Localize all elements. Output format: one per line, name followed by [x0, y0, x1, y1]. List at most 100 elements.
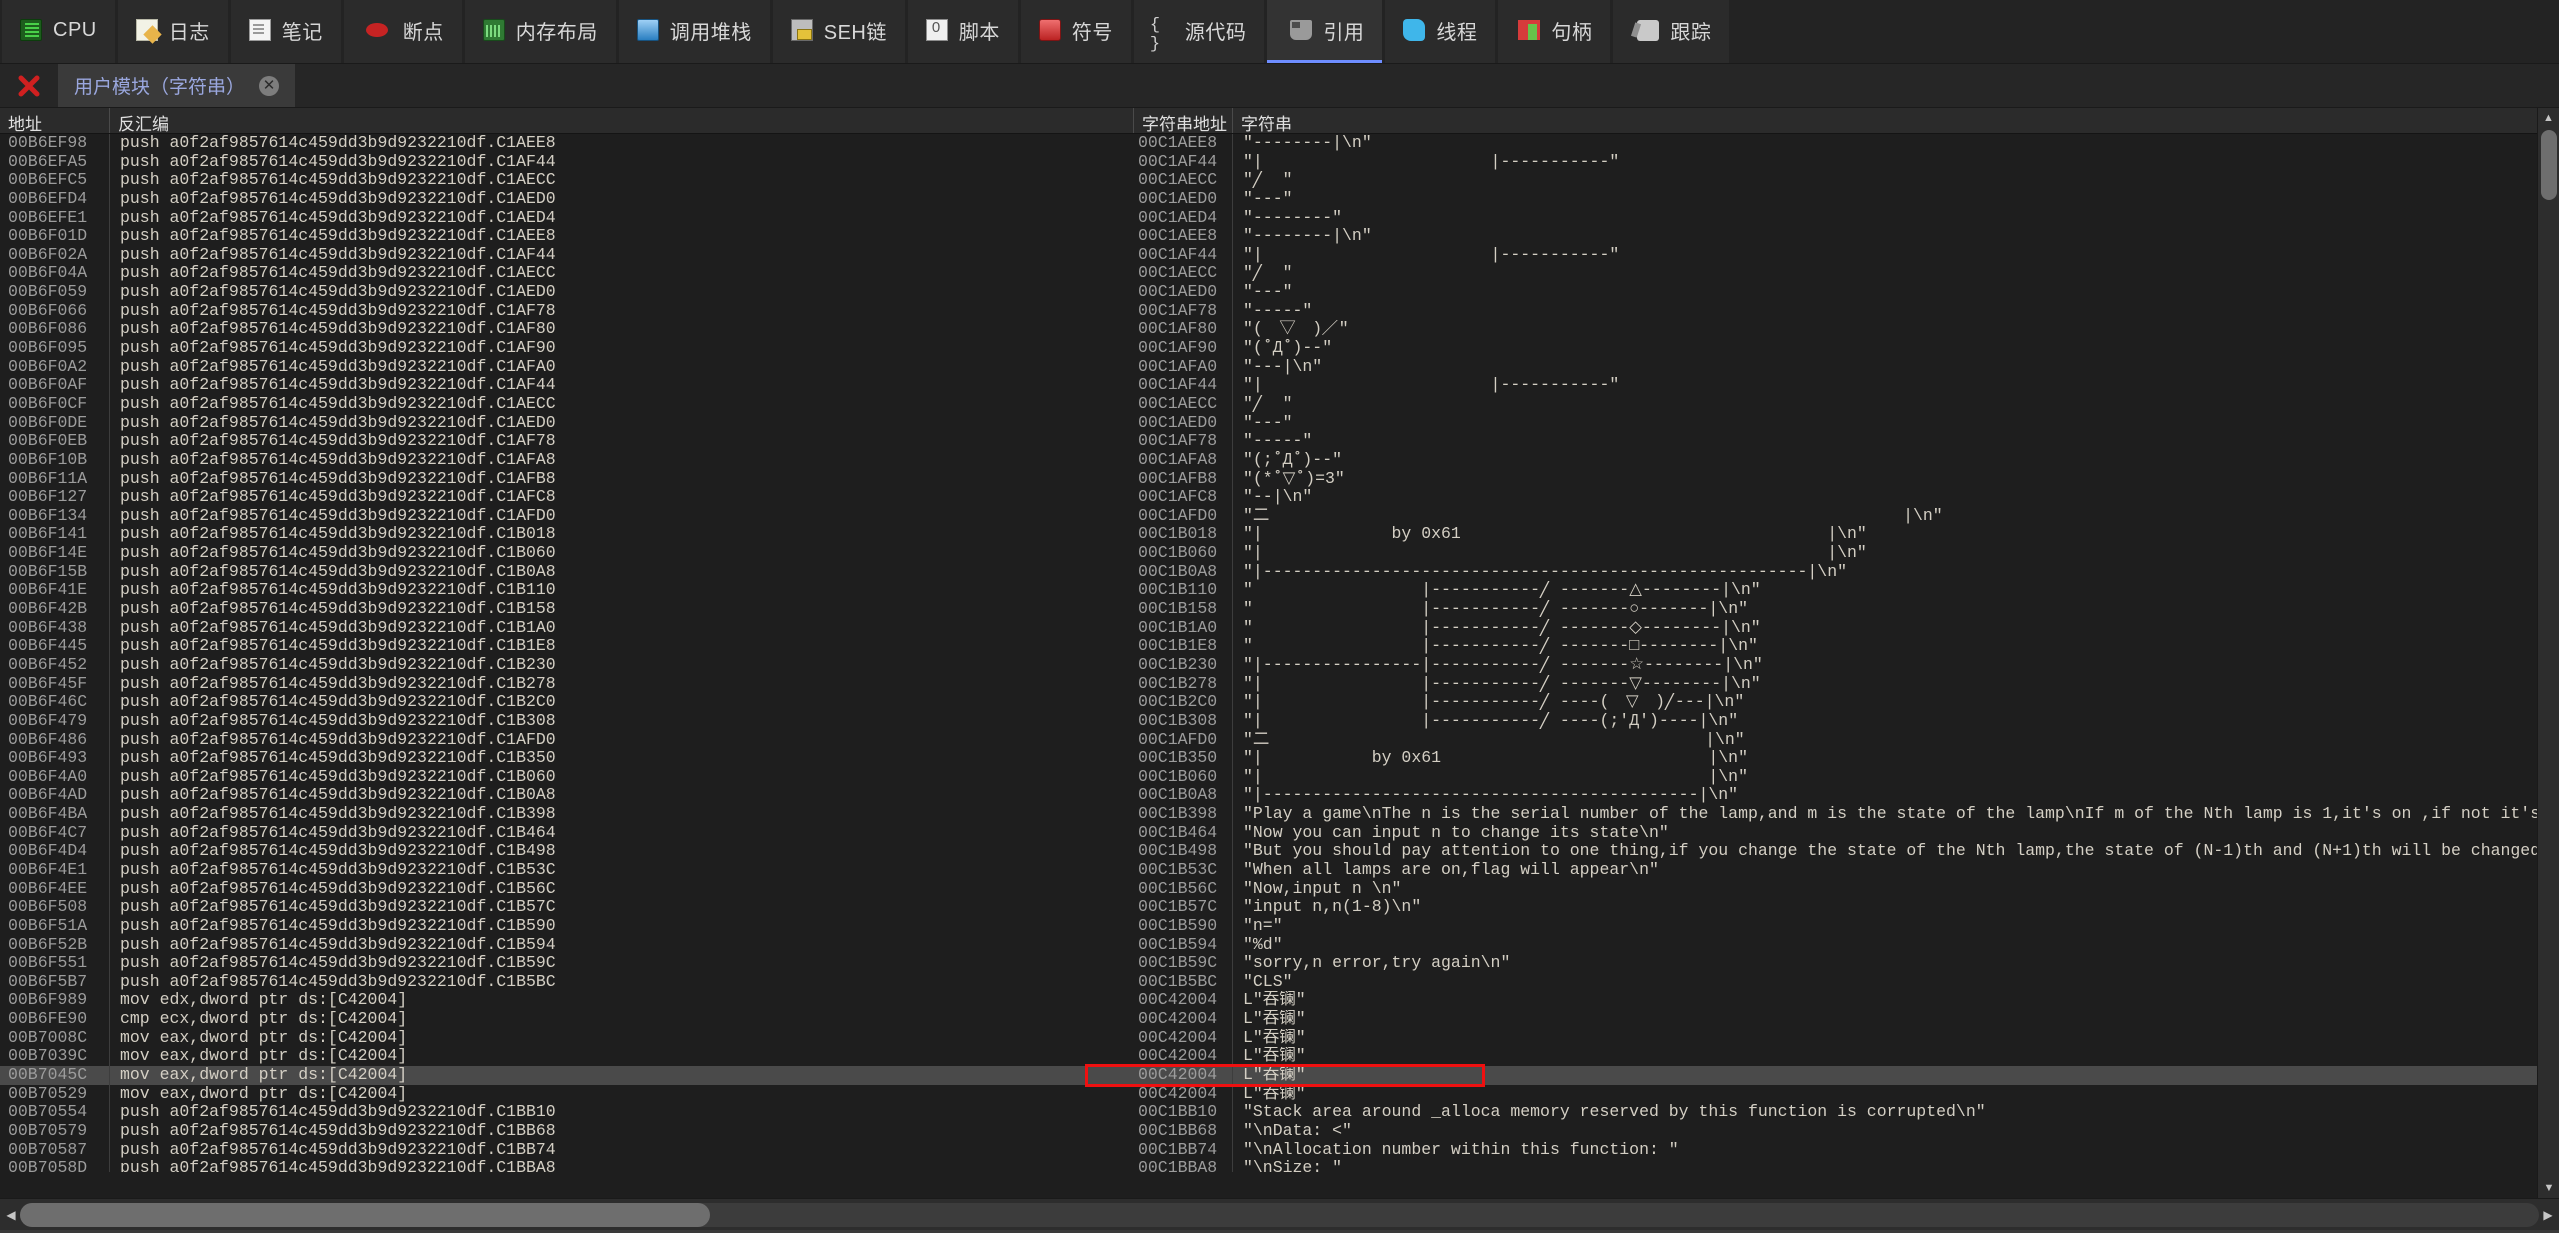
column-header-disassembly[interactable]: 反汇编	[110, 108, 1134, 133]
table-row[interactable]: 00B6FE90cmp ecx,dword ptr ds:[C42004]00C…	[0, 1010, 2559, 1029]
scroll-up-arrow[interactable]: ▲	[2538, 108, 2559, 128]
column-header-string[interactable]: 字符串	[1233, 108, 2559, 133]
table-row[interactable]: 00B6F445push a0f2af9857614c459dd3b9d9232…	[0, 637, 2559, 656]
table-row[interactable]: 00B6F086push a0f2af9857614c459dd3b9d9232…	[0, 320, 2559, 339]
table-row[interactable]: 00B6F4C7push a0f2af9857614c459dd3b9d9232…	[0, 824, 2559, 843]
toolbar-tab-笔记[interactable]: 笔记	[231, 0, 341, 63]
table-row[interactable]: 00B6F4ADpush a0f2af9857614c459dd3b9d9232…	[0, 786, 2559, 805]
row-string: "| |\n"	[1233, 544, 2559, 563]
vertical-scrollbar[interactable]: ▲ ▼	[2537, 108, 2559, 1198]
toolbar-tab-句柄[interactable]: 句柄	[1498, 0, 1610, 63]
table-row[interactable]: 00B6F493push a0f2af9857614c459dd3b9d9232…	[0, 749, 2559, 768]
table-row[interactable]: 00B6F51Apush a0f2af9857614c459dd3b9d9232…	[0, 917, 2559, 936]
horizontal-scrollbar-track[interactable]	[20, 1203, 2539, 1227]
table-row[interactable]: 00B6F02Apush a0f2af9857614c459dd3b9d9232…	[0, 246, 2559, 265]
table-row[interactable]: 00B6F0EBpush a0f2af9857614c459dd3b9d9232…	[0, 432, 2559, 451]
table-row[interactable]: 00B6F095push a0f2af9857614c459dd3b9d9232…	[0, 339, 2559, 358]
table-row[interactable]: 00B70529mov eax,dword ptr ds:[C42004]00C…	[0, 1085, 2559, 1104]
sub-tab-user-modules-strings[interactable]: 用户模块（字符串） ✕	[58, 64, 295, 107]
table-row[interactable]: 00B6F508push a0f2af9857614c459dd3b9d9232…	[0, 898, 2559, 917]
row-string: "二 |\n"	[1233, 731, 2559, 750]
horizontal-scrollbar-thumb[interactable]	[20, 1203, 710, 1227]
scroll-right-arrow[interactable]: ▶	[2539, 1208, 2557, 1222]
table-row[interactable]: 00B6EFD4push a0f2af9857614c459dd3b9d9232…	[0, 190, 2559, 209]
row-string-address: 00C1B5BC	[1134, 973, 1233, 992]
table-row[interactable]: 00B6F127push a0f2af9857614c459dd3b9d9232…	[0, 488, 2559, 507]
table-row[interactable]: 00B6F4A0push a0f2af9857614c459dd3b9d9232…	[0, 768, 2559, 787]
close-tab-icon[interactable]: ✕	[259, 76, 279, 96]
toolbar-tab-内存布局[interactable]: 内存布局	[465, 0, 616, 63]
table-row[interactable]: 00B6F141push a0f2af9857614c459dd3b9d9232…	[0, 525, 2559, 544]
table-row[interactable]: 00B70587push a0f2af9857614c459dd3b9d9232…	[0, 1141, 2559, 1160]
toolbar-tab-脚本[interactable]: 脚本	[908, 0, 1018, 63]
table-row[interactable]: 00B70579push a0f2af9857614c459dd3b9d9232…	[0, 1122, 2559, 1141]
table-row[interactable]: 00B6EFA5push a0f2af9857614c459dd3b9d9232…	[0, 153, 2559, 172]
table-row[interactable]: 00B6F4EEpush a0f2af9857614c459dd3b9d9232…	[0, 880, 2559, 899]
table-row[interactable]: 00B6F42Bpush a0f2af9857614c459dd3b9d9232…	[0, 600, 2559, 619]
row-string: "---|\n"	[1233, 358, 2559, 377]
row-disassembly: push a0f2af9857614c459dd3b9d9232210df.C1…	[110, 507, 1134, 526]
table-row[interactable]: 00B6EFC5push a0f2af9857614c459dd3b9d9232…	[0, 171, 2559, 190]
row-string: "╱ "	[1233, 395, 2559, 414]
toolbar-tab-日志[interactable]: 日志	[118, 0, 228, 63]
row-string-address: 00C1AECC	[1134, 171, 1233, 190]
table-row[interactable]: 00B6EFE1push a0f2af9857614c459dd3b9d9232…	[0, 209, 2559, 228]
column-header-address[interactable]: 地址	[0, 108, 110, 133]
row-string: "Stack area around _alloca memory reserv…	[1233, 1103, 2559, 1122]
table-row[interactable]: 00B6F452push a0f2af9857614c459dd3b9d9232…	[0, 656, 2559, 675]
horizontal-scrollbar[interactable]: ◀ ▶	[0, 1198, 2559, 1230]
table-row[interactable]: 00B7045Cmov eax,dword ptr ds:[C42004]00C…	[0, 1066, 2559, 1085]
close-pane-icon[interactable]	[0, 64, 58, 107]
table-body[interactable]: 00B6EF98push a0f2af9857614c459dd3b9d9232…	[0, 134, 2559, 1172]
memory-map-icon	[483, 19, 505, 41]
table-row[interactable]: 00B7008Cmov eax,dword ptr ds:[C42004]00C…	[0, 1029, 2559, 1048]
table-row[interactable]: 00B6F14Epush a0f2af9857614c459dd3b9d9232…	[0, 544, 2559, 563]
row-string: " |-----------╱ -------○-------|\n"	[1233, 600, 2559, 619]
table-row[interactable]: 00B6F10Bpush a0f2af9857614c459dd3b9d9232…	[0, 451, 2559, 470]
table-row[interactable]: 00B6F438push a0f2af9857614c459dd3b9d9232…	[0, 619, 2559, 638]
column-header-string-address[interactable]: 字符串地址	[1134, 108, 1233, 133]
table-row[interactable]: 00B6F486push a0f2af9857614c459dd3b9d9232…	[0, 731, 2559, 750]
vertical-scrollbar-thumb[interactable]	[2541, 130, 2557, 200]
toolbar-tab-跟踪[interactable]: 跟踪	[1613, 0, 1729, 63]
toolbar-tab-断点[interactable]: 断点	[344, 0, 462, 63]
toolbar-tab-SEH链[interactable]: SEH链	[773, 0, 905, 63]
table-row[interactable]: 00B6F0DEpush a0f2af9857614c459dd3b9d9232…	[0, 414, 2559, 433]
table-row[interactable]: 00B6F45Fpush a0f2af9857614c459dd3b9d9232…	[0, 675, 2559, 694]
table-row[interactable]: 00B6F989mov edx,dword ptr ds:[C42004]00C…	[0, 991, 2559, 1010]
table-row[interactable]: 00B6F0AFpush a0f2af9857614c459dd3b9d9232…	[0, 376, 2559, 395]
table-row[interactable]: 00B6F46Cpush a0f2af9857614c459dd3b9d9232…	[0, 693, 2559, 712]
table-row[interactable]: 00B6F41Epush a0f2af9857614c459dd3b9d9232…	[0, 581, 2559, 600]
table-row[interactable]: 00B6F01Dpush a0f2af9857614c459dd3b9d9232…	[0, 227, 2559, 246]
row-string-address: 00C1AFD0	[1134, 731, 1233, 750]
scroll-left-arrow[interactable]: ◀	[2, 1208, 20, 1222]
scroll-down-arrow[interactable]: ▼	[2538, 1178, 2559, 1198]
table-row[interactable]: 00B6EF98push a0f2af9857614c459dd3b9d9232…	[0, 134, 2559, 153]
table-row[interactable]: 00B7039Cmov eax,dword ptr ds:[C42004]00C…	[0, 1047, 2559, 1066]
table-row[interactable]: 00B6F0A2push a0f2af9857614c459dd3b9d9232…	[0, 358, 2559, 377]
table-row[interactable]: 00B6F059push a0f2af9857614c459dd3b9d9232…	[0, 283, 2559, 302]
table-row[interactable]: 00B6F11Apush a0f2af9857614c459dd3b9d9232…	[0, 470, 2559, 489]
toolbar-tab-源代码[interactable]: 源代码	[1134, 0, 1265, 63]
toolbar-tab-线程[interactable]: 线程	[1385, 0, 1495, 63]
table-row[interactable]: 00B6F066push a0f2af9857614c459dd3b9d9232…	[0, 302, 2559, 321]
table-row[interactable]: 00B6F4BApush a0f2af9857614c459dd3b9d9232…	[0, 805, 2559, 824]
table-row[interactable]: 00B7058Dpush a0f2af9857614c459dd3b9d9232…	[0, 1159, 2559, 1172]
table-row[interactable]: 00B6F551push a0f2af9857614c459dd3b9d9232…	[0, 954, 2559, 973]
table-row[interactable]: 00B6F134push a0f2af9857614c459dd3b9d9232…	[0, 507, 2559, 526]
table-row[interactable]: 00B6F04Apush a0f2af9857614c459dd3b9d9232…	[0, 264, 2559, 283]
toolbar-tab-调用堆栈[interactable]: 调用堆栈	[619, 0, 770, 63]
table-row[interactable]: 00B6F4E1push a0f2af9857614c459dd3b9d9232…	[0, 861, 2559, 880]
toolbar-tab-CPU[interactable]: CPU	[2, 0, 115, 63]
row-address: 00B6F0CF	[0, 395, 110, 414]
table-row[interactable]: 00B70554push a0f2af9857614c459dd3b9d9232…	[0, 1103, 2559, 1122]
row-address: 00B6F11A	[0, 470, 110, 489]
toolbar-tab-符号[interactable]: 符号	[1021, 0, 1131, 63]
table-row[interactable]: 00B6F15Bpush a0f2af9857614c459dd3b9d9232…	[0, 563, 2559, 582]
table-row[interactable]: 00B6F0CFpush a0f2af9857614c459dd3b9d9232…	[0, 395, 2559, 414]
table-row[interactable]: 00B6F4D4push a0f2af9857614c459dd3b9d9232…	[0, 842, 2559, 861]
table-row[interactable]: 00B6F52Bpush a0f2af9857614c459dd3b9d9232…	[0, 936, 2559, 955]
toolbar-tab-引用[interactable]: 引用	[1267, 0, 1382, 63]
table-row[interactable]: 00B6F479push a0f2af9857614c459dd3b9d9232…	[0, 712, 2559, 731]
table-row[interactable]: 00B6F5B7push a0f2af9857614c459dd3b9d9232…	[0, 973, 2559, 992]
